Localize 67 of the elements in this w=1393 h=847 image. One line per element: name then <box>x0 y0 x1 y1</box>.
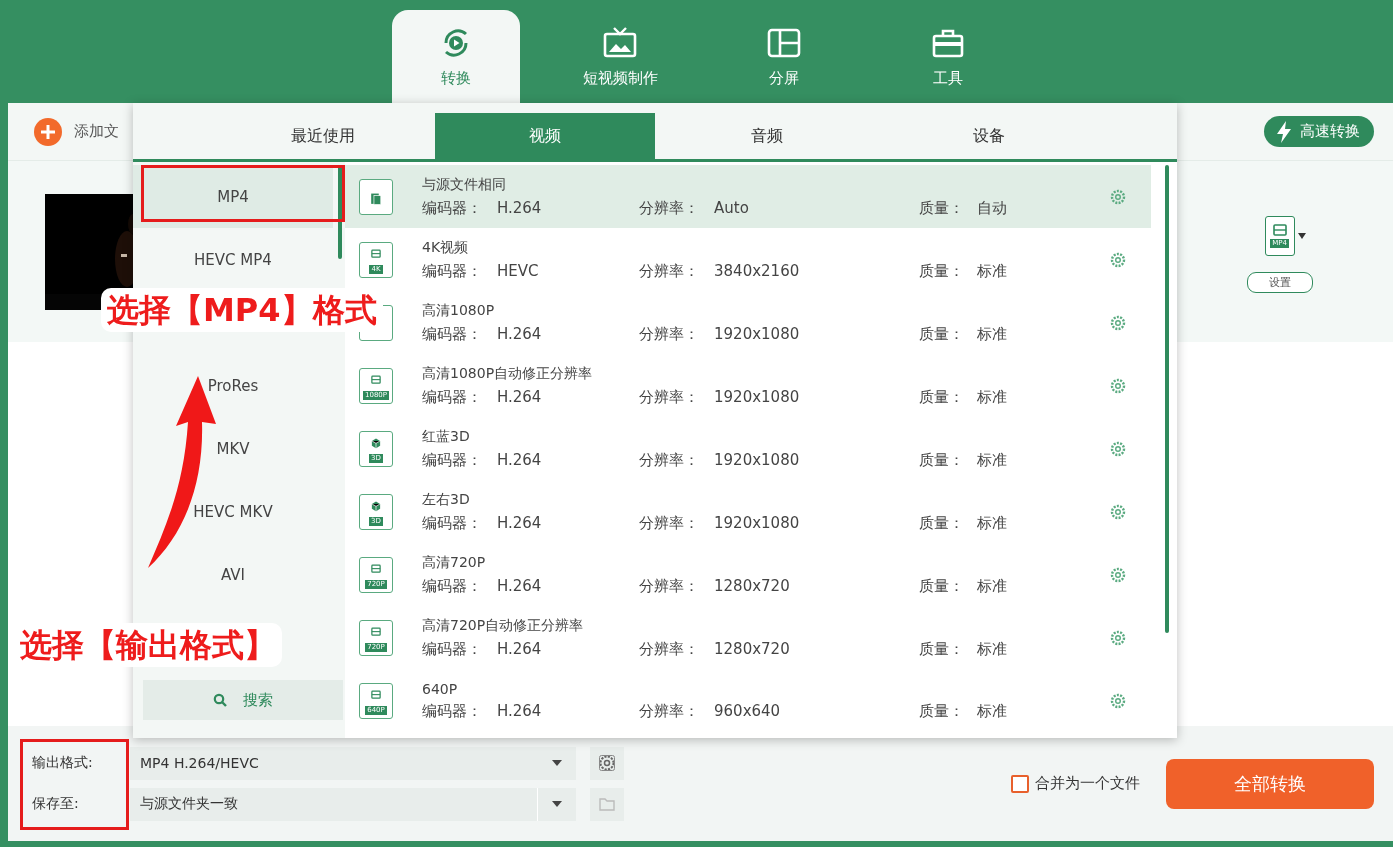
field-value: H.264 <box>497 701 542 721</box>
field-label: 分辨率： <box>639 198 700 218</box>
field-value: 标准 <box>977 701 1007 721</box>
field-label: 编码器： <box>422 450 483 470</box>
field-label: 保存至: <box>31 795 80 813</box>
field-value: 1280x720 <box>714 639 790 659</box>
field-label: 编码器： <box>422 513 483 533</box>
field-value: H.264 <box>497 324 542 344</box>
field-value: H.264 <box>497 387 542 407</box>
field-label: 编码器： <box>422 324 483 344</box>
preset-title: 与源文件相同 <box>422 175 507 194</box>
field-value: 960x640 <box>714 701 781 721</box>
checkbox-label: 合并为一个文件 <box>1035 774 1140 793</box>
field-value: 标准 <box>977 639 1007 659</box>
field-label: 质量： <box>919 387 965 407</box>
field-value: 1920x1080 <box>714 324 800 344</box>
field-value: 自动 <box>977 198 1007 218</box>
preset-title: 4K视频 <box>422 238 470 257</box>
preset-title: 左右3D <box>422 490 471 509</box>
field-label: 质量： <box>919 701 965 721</box>
preset-title: 640P <box>422 680 459 697</box>
field-label: 分辨率： <box>639 261 700 281</box>
field-label: 质量： <box>919 639 965 659</box>
field-label: 编码器： <box>422 261 483 281</box>
field-value: 1920x1080 <box>714 513 800 533</box>
field-value: 标准 <box>977 576 1007 596</box>
preset-title: 高清1080P <box>422 301 496 320</box>
field-label: 编码器： <box>422 387 483 407</box>
field-value: 标准 <box>977 450 1007 470</box>
preset-title: 高清720P <box>422 553 487 572</box>
preset-title: 高清1080P自动修正分辨率 <box>422 364 594 383</box>
field-label: 质量： <box>919 576 965 596</box>
field-label: 编码器： <box>422 198 483 218</box>
field-value: 标准 <box>977 324 1007 344</box>
field-label: 质量： <box>919 324 965 344</box>
field-value: H.264 <box>497 450 542 470</box>
field-label: 质量： <box>919 450 965 470</box>
field-label: 分辨率： <box>639 324 700 344</box>
field-label: 分辨率： <box>639 639 700 659</box>
field-label: 分辨率： <box>639 701 700 721</box>
field-value: 1280x720 <box>714 576 790 596</box>
field-value: H.264 <box>497 639 542 659</box>
field-label: 编码器： <box>422 701 483 721</box>
field-label: 分辨率： <box>639 513 700 533</box>
field-label: 质量： <box>919 261 965 281</box>
field-label: 编码器： <box>422 639 483 659</box>
field-label: 输出格式: <box>31 754 94 772</box>
field-value: 标准 <box>977 261 1007 281</box>
field-value: H.264 <box>497 513 542 533</box>
field-label: 分辨率： <box>639 387 700 407</box>
field-value: H.264 <box>497 576 542 596</box>
field-label: 分辨率： <box>639 450 700 470</box>
field-value: Auto <box>714 198 749 218</box>
field-value: HEVC <box>497 261 539 281</box>
field-value: 3840x2160 <box>714 261 800 281</box>
preset-title: 高清720P自动修正分辨率 <box>422 616 585 635</box>
field-label: 质量： <box>919 198 965 218</box>
field-value: 1920x1080 <box>714 450 800 470</box>
field-value: 1920x1080 <box>714 387 800 407</box>
field-label: 编码器： <box>422 576 483 596</box>
field-label: 质量： <box>919 513 965 533</box>
field-value: 标准 <box>977 387 1007 407</box>
annotation-tooltip: 选择【MP4】格式 <box>101 288 383 332</box>
preset-title: 红蓝3D <box>422 427 471 446</box>
field-value: 标准 <box>977 513 1007 533</box>
field-label: 分辨率： <box>639 576 700 596</box>
field-value: H.264 <box>497 198 542 218</box>
